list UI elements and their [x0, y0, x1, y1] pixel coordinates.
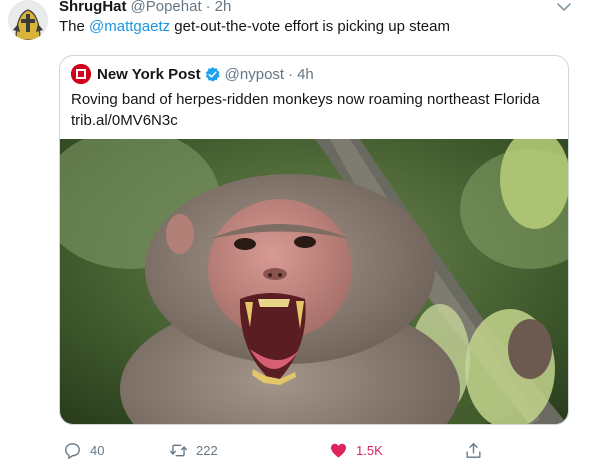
heart-icon: [330, 443, 347, 458]
quoted-text: Roving band of herpes-ridden monkeys now…: [71, 91, 540, 108]
verified-badge-icon: [204, 66, 221, 83]
reply-icon: [65, 442, 80, 459]
avatar[interactable]: [8, 0, 48, 40]
tweet-actions: 40 222 1.5K: [59, 438, 579, 462]
reply-button[interactable]: 40: [63, 438, 104, 462]
nypost-avatar[interactable]: [71, 64, 91, 84]
display-name[interactable]: ShrugHat: [59, 0, 127, 15]
tweet-header: ShrugHat @Popehat · 2h: [59, 0, 231, 18]
quoted-tweet[interactable]: New York Post @nypost · 4h Roving band o…: [59, 55, 569, 425]
monkey-photo[interactable]: [60, 139, 568, 424]
shrughat-avatar-icon: [8, 0, 48, 40]
mention-link[interactable]: @mattgaetz: [89, 18, 170, 35]
like-button[interactable]: 1.5K: [329, 438, 383, 462]
separator-dot: ·: [288, 65, 294, 83]
quoted-tweet-text: Roving band of herpes-ridden monkeys now…: [71, 89, 540, 131]
quoted-tweet-header: New York Post @nypost · 4h: [71, 63, 314, 85]
timestamp[interactable]: 2h: [215, 0, 232, 15]
like-count: 1.5K: [356, 442, 383, 458]
tweet: ShrugHat @Popehat · 2h The @mattgaetz ge…: [0, 0, 597, 468]
quoted-display-name[interactable]: New York Post: [97, 66, 201, 83]
share-icon: [466, 442, 481, 458]
tweet-text-after: get-out-the-vote effort is picking up st…: [170, 18, 450, 35]
retweet-button[interactable]: 222: [169, 438, 218, 462]
reply-count: 40: [90, 442, 105, 458]
quoted-link[interactable]: trib.al/0MV6N3c: [71, 110, 540, 131]
retweet-count: 222: [196, 442, 218, 458]
share-button[interactable]: [464, 438, 491, 462]
retweet-icon: [169, 444, 188, 456]
handle[interactable]: @Popehat: [131, 0, 202, 15]
tweet-text-before: The: [59, 18, 90, 35]
quoted-timestamp[interactable]: 4h: [297, 66, 314, 83]
nypost-logo-icon: [71, 64, 91, 84]
chevron-down-icon[interactable]: [555, 0, 573, 14]
quoted-handle[interactable]: @nypost: [225, 66, 284, 83]
tweet-text: The @mattgaetz get-out-the-vote effort i…: [59, 17, 450, 37]
separator-dot: ·: [205, 0, 211, 15]
